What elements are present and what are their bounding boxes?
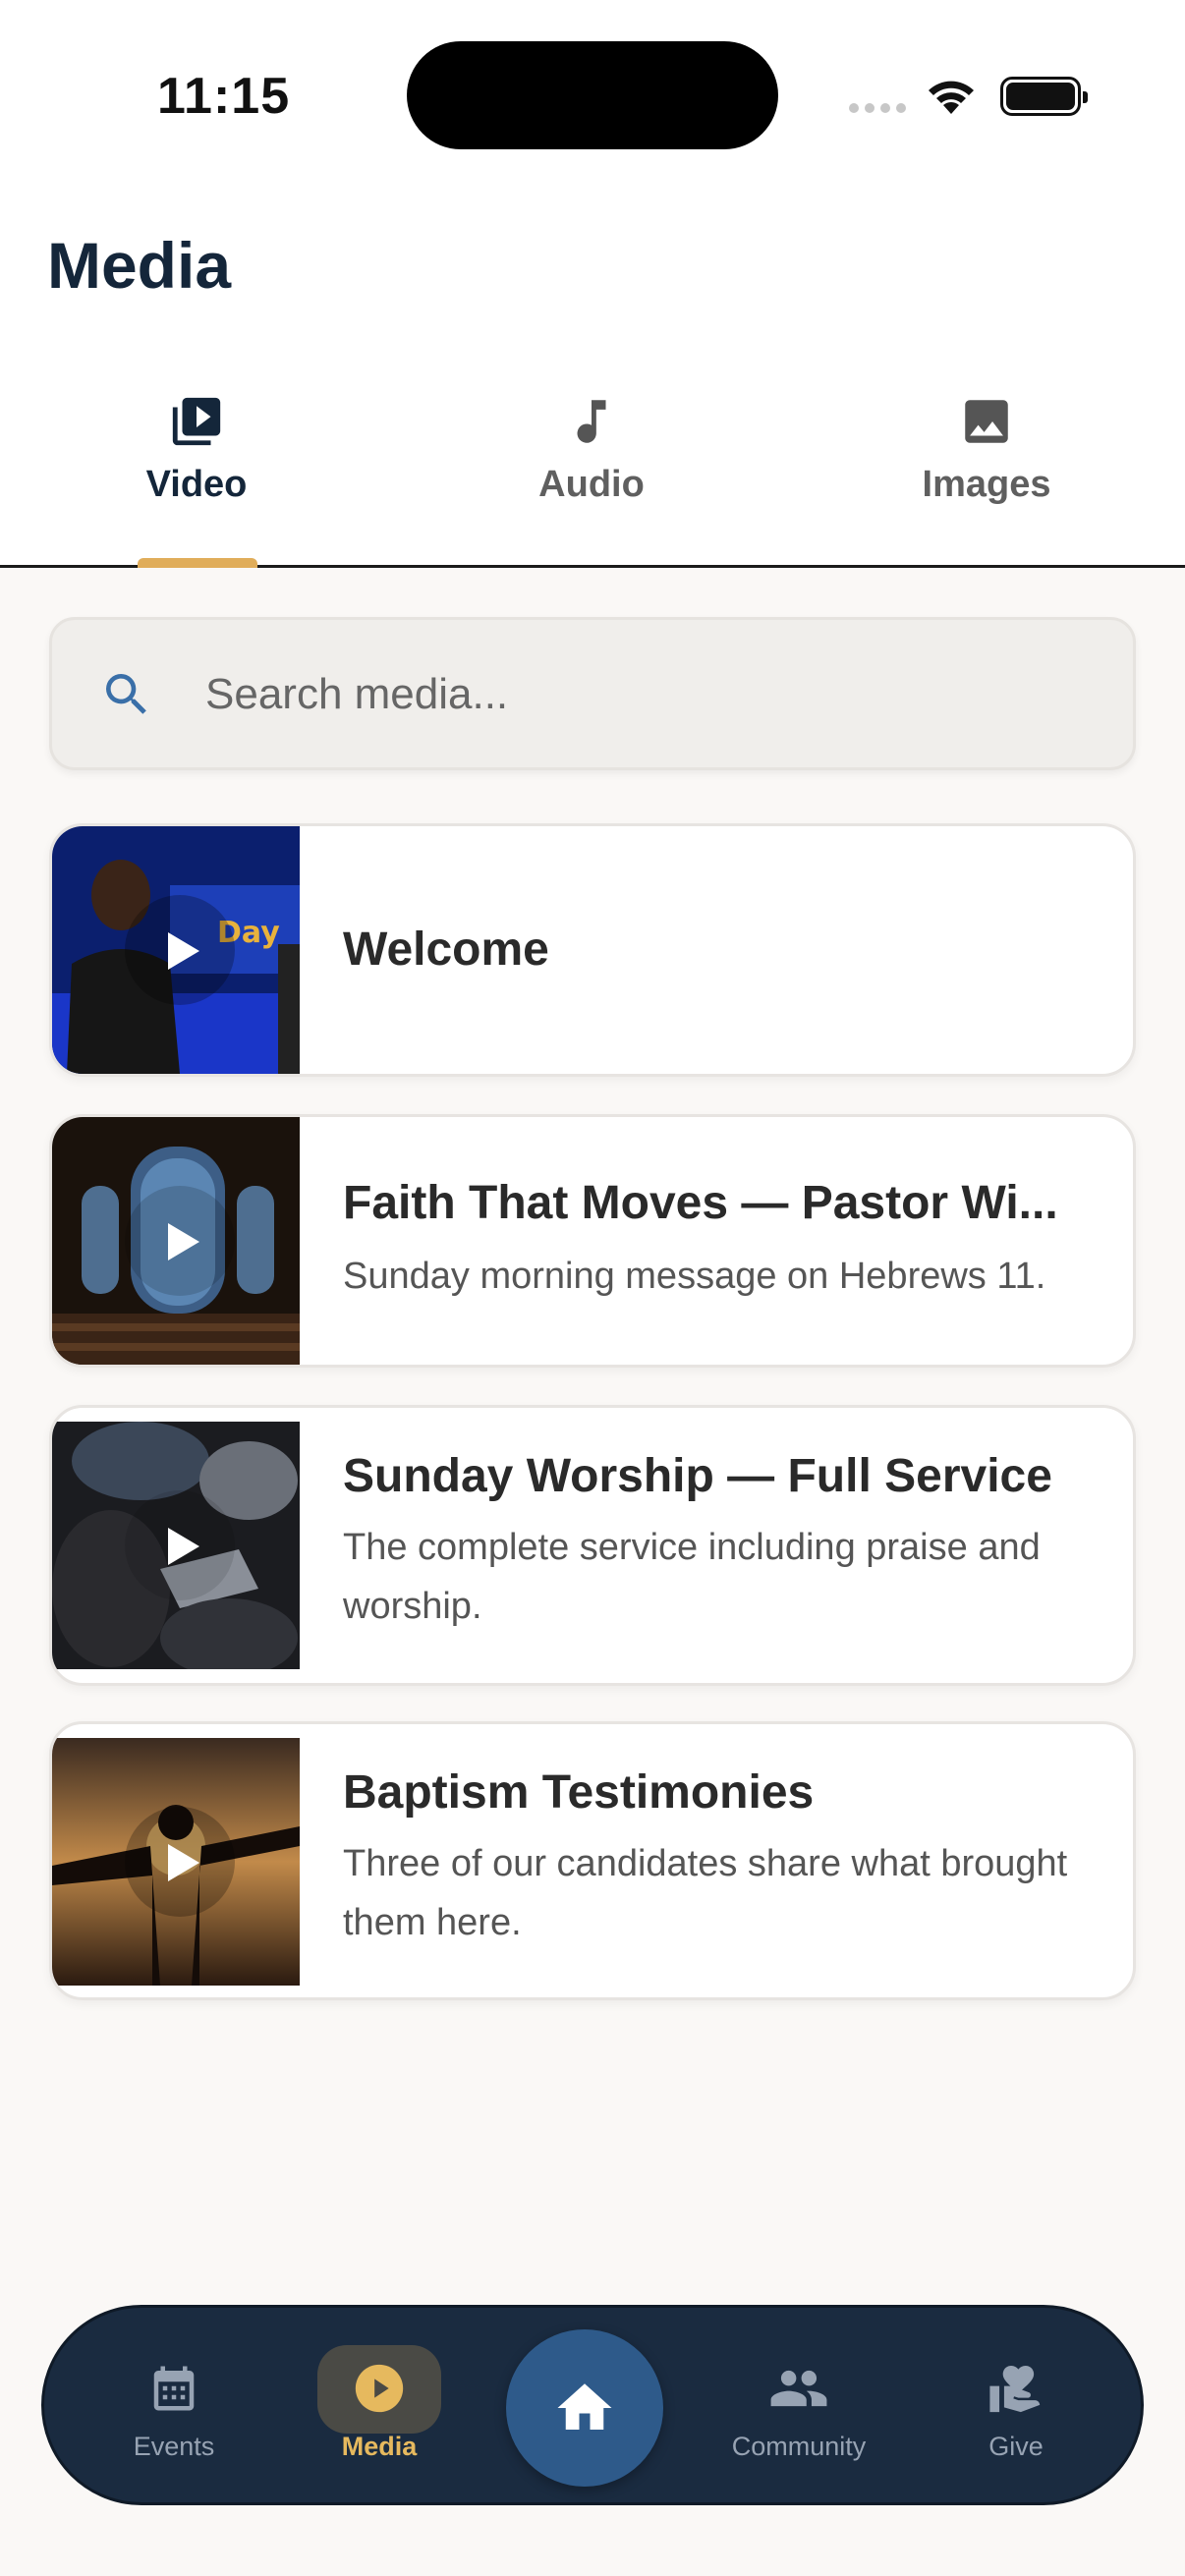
- tab-audio[interactable]: Audio: [493, 387, 690, 506]
- wifi-icon: [929, 81, 974, 114]
- media-title: Welcome: [343, 924, 549, 976]
- home-icon: [557, 2383, 612, 2430]
- video-thumbnail: [52, 1738, 300, 1986]
- media-card[interactable]: Baptism Testimonies Three of our candida…: [49, 1721, 1136, 2000]
- tab-images-label: Images: [922, 464, 1051, 505]
- media-description: The complete service including praise an…: [343, 1527, 1041, 1627]
- media-title: Faith That Moves — Pastor Wi...: [343, 1177, 1058, 1229]
- video-thumbnail: Day: [52, 826, 300, 1074]
- bottom-nav: Events Media Community Give: [41, 2305, 1144, 2505]
- dynamic-island: [407, 41, 778, 149]
- play-icon: [168, 1844, 199, 1881]
- nav-item-give[interactable]: Give: [928, 2359, 1104, 2462]
- cellular-signal-icon: [849, 103, 906, 113]
- tab-video[interactable]: Video: [98, 387, 295, 506]
- nav-item-events[interactable]: Events: [85, 2359, 262, 2462]
- nav-label-events: Events: [133, 2432, 215, 2461]
- hand-heart-icon: [928, 2359, 1104, 2418]
- media-description: Sunday morning message on Hebrews 11.: [343, 1256, 1046, 1297]
- page-title: Media: [47, 229, 232, 302]
- media-description: Three of our candidates share what broug…: [343, 1843, 1068, 1943]
- header-area: 11:15 Media Video Audio Images: [0, 0, 1185, 568]
- nav-label-give: Give: [988, 2432, 1044, 2461]
- nav-label-media: Media: [341, 2432, 418, 2461]
- status-time: 11:15: [157, 68, 291, 125]
- nav-label-community: Community: [731, 2432, 867, 2461]
- media-title: Sunday Worship — Full Service: [343, 1450, 1052, 1502]
- image-icon: [888, 387, 1085, 450]
- play-icon: [168, 1528, 199, 1565]
- play-icon: [168, 932, 199, 970]
- people-icon: [710, 2359, 887, 2418]
- video-library-icon: [98, 387, 295, 450]
- search-icon: [106, 674, 146, 714]
- video-thumbnail: [52, 1422, 300, 1669]
- search-bar[interactable]: [49, 617, 1136, 770]
- nav-item-community[interactable]: Community: [710, 2359, 887, 2462]
- active-tab-indicator: [138, 558, 257, 568]
- play-icon: [168, 1223, 199, 1260]
- media-card[interactable]: Faith That Moves — Pastor Wi... Sunday m…: [49, 1114, 1136, 1368]
- battery-icon: [1000, 77, 1088, 116]
- calendar-icon: [85, 2359, 262, 2418]
- media-title: Baptism Testimonies: [343, 1766, 815, 1819]
- tab-images[interactable]: Images: [888, 387, 1085, 506]
- search-input[interactable]: [205, 655, 1090, 734]
- media-card[interactable]: Day Welcome: [49, 823, 1136, 1077]
- nav-item-media[interactable]: Media: [291, 2359, 468, 2462]
- home-button[interactable]: [506, 2329, 663, 2487]
- tab-video-label: Video: [145, 464, 248, 505]
- media-card[interactable]: Sunday Worship — Full Service The comple…: [49, 1405, 1136, 1686]
- music-note-icon: [493, 387, 690, 450]
- play-circle-icon: [291, 2359, 468, 2418]
- tab-audio-label: Audio: [538, 464, 645, 505]
- video-thumbnail: [52, 1117, 300, 1365]
